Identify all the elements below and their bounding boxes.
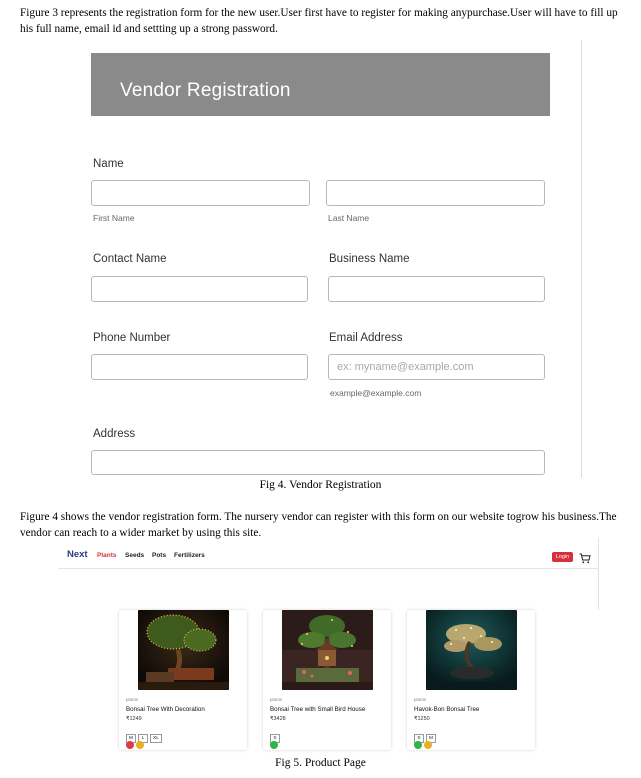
product-price: ₹1250 — [414, 716, 430, 722]
last-name-input[interactable] — [326, 180, 545, 206]
color-swatch[interactable] — [136, 741, 144, 749]
product-category: plants — [270, 697, 283, 702]
color-swatch[interactable] — [424, 741, 432, 749]
color-swatch[interactable] — [414, 741, 422, 749]
product-name[interactable]: Havok-Bon Bonsai Tree — [414, 706, 479, 713]
color-swatch[interactable] — [270, 741, 278, 749]
contact-name-input[interactable] — [91, 276, 308, 302]
nav-fertilizers[interactable]: Fertilizers — [174, 552, 205, 559]
size-option[interactable]: XL — [150, 734, 162, 743]
product-card[interactable]: plants Bonsai Tree With Decoration ₹1249… — [119, 610, 247, 750]
last-name-sublabel: Last Name — [328, 213, 370, 223]
figure-border — [598, 538, 599, 610]
address-input[interactable] — [91, 450, 545, 475]
email-placeholder: ex: myname@example.com — [337, 361, 474, 373]
nav-pots[interactable]: Pots — [152, 552, 166, 559]
phone-input[interactable] — [91, 354, 308, 380]
business-name-label: Business Name — [329, 253, 410, 265]
email-input[interactable]: ex: myname@example.com — [328, 354, 545, 380]
description-paragraph: Figure 4 shows the vendor registration f… — [20, 511, 617, 539]
email-sublabel: example@example.com — [330, 388, 422, 398]
nav-seeds[interactable]: Seeds — [125, 552, 144, 559]
intro-paragraph: Figure 3 represents the registration for… — [20, 7, 618, 35]
product-price: ₹1249 — [126, 716, 142, 722]
product-image — [282, 610, 373, 690]
product-name[interactable]: Bonsai Tree With Decoration — [126, 706, 205, 713]
address-label: Address — [93, 428, 136, 440]
site-logo[interactable]: Next — [67, 549, 88, 560]
color-options — [270, 736, 280, 754]
product-name[interactable]: Bonsai Tree with Small Bird House — [270, 706, 365, 713]
first-name-sublabel: First Name — [93, 213, 135, 223]
product-card[interactable]: plants Havok-Bon Bonsai Tree ₹1250 SM — [407, 610, 535, 750]
color-options — [414, 736, 434, 754]
figure-5-caption: Fig 5. Product Page — [275, 757, 366, 769]
product-image — [138, 610, 229, 690]
phone-label: Phone Number — [93, 332, 171, 344]
cart-icon[interactable] — [579, 551, 591, 569]
color-options — [126, 736, 146, 754]
first-name-input[interactable] — [91, 180, 310, 206]
product-card[interactable]: plants Bonsai Tree with Small Bird House… — [263, 610, 391, 750]
figure-border — [581, 40, 582, 478]
name-label: Name — [93, 158, 124, 170]
login-button[interactable]: Login — [552, 552, 573, 562]
product-image — [426, 610, 517, 690]
nav-plants[interactable]: Plants — [97, 552, 117, 559]
product-category: plants — [126, 697, 139, 702]
product-price: ₹3428 — [270, 716, 286, 722]
contact-name-label: Contact Name — [93, 253, 167, 265]
email-label: Email Address — [329, 332, 403, 344]
figure-4-caption: Fig 4. Vendor Registration — [259, 479, 382, 491]
color-swatch[interactable] — [126, 741, 134, 749]
business-name-input[interactable] — [328, 276, 545, 302]
product-category: plants — [414, 697, 427, 702]
form-title: Vendor Registration — [120, 80, 291, 101]
